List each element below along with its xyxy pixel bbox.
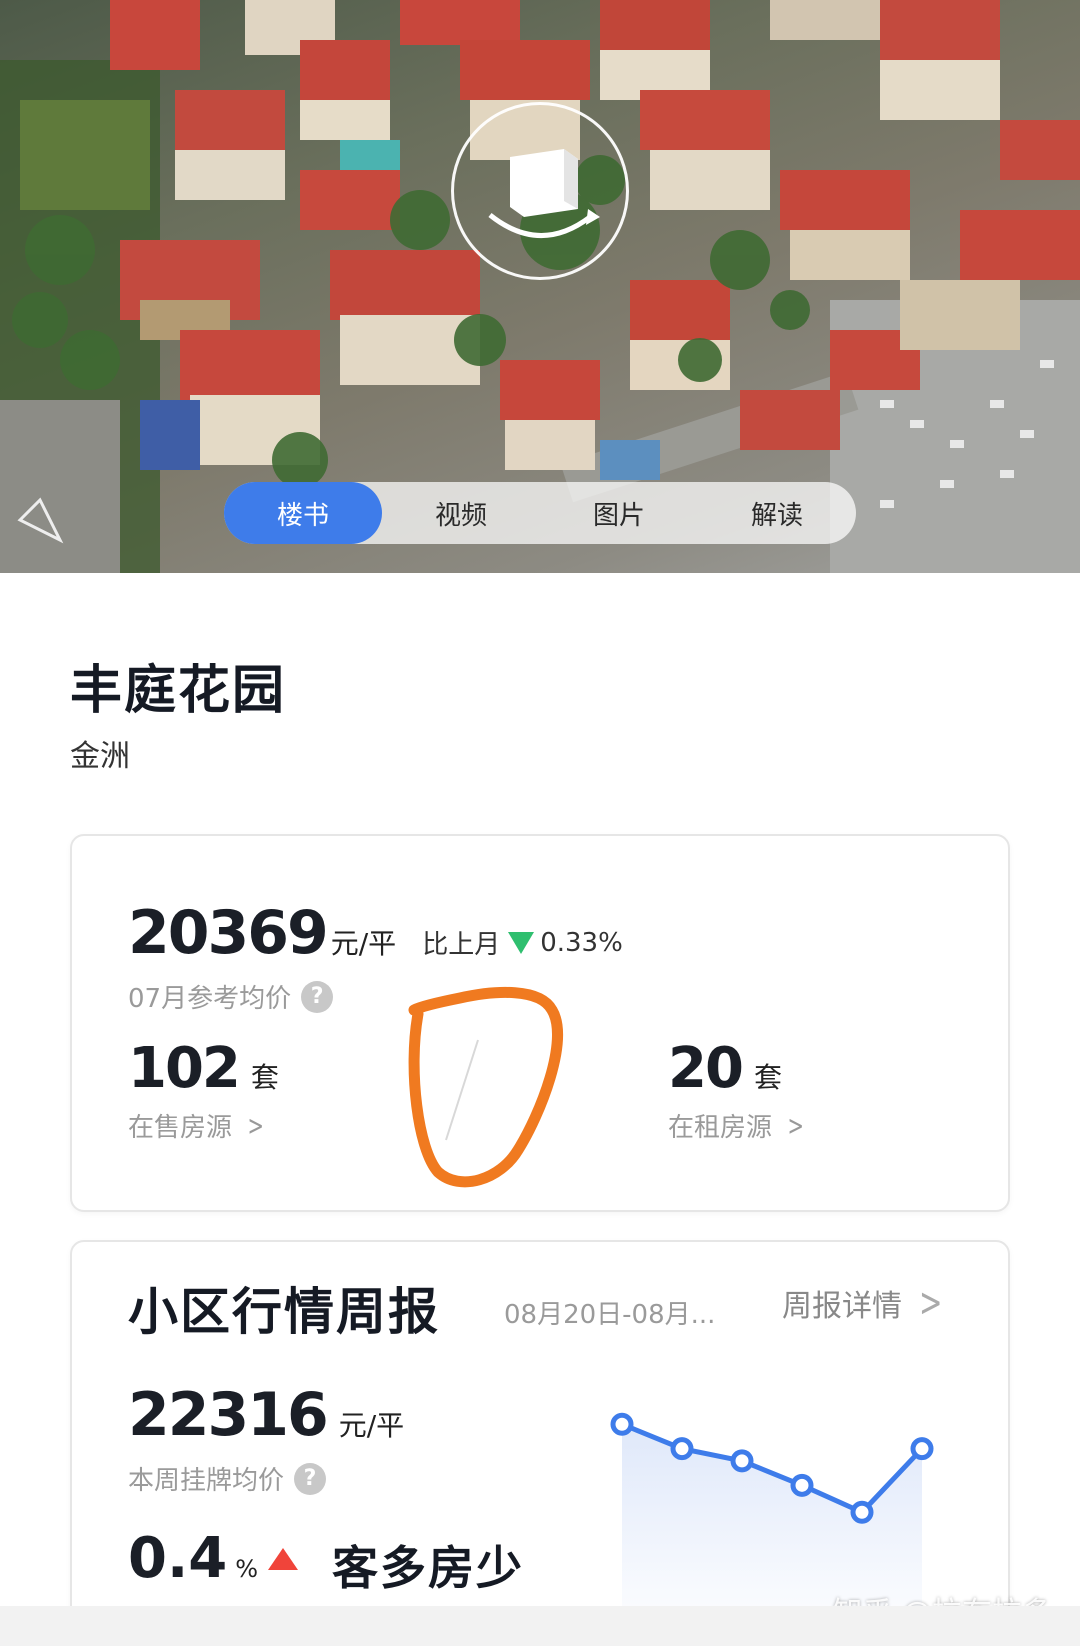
sparkline-point — [910, 1437, 934, 1461]
tab-photos[interactable]: 图片 — [540, 482, 698, 544]
tab-analysis[interactable]: 解读 — [698, 482, 856, 544]
community-name: 丰庭花园 — [70, 661, 287, 721]
sparkline-point — [730, 1449, 754, 1473]
cube-rotate-icon — [488, 149, 600, 238]
tab-video[interactable]: 视频 — [382, 482, 540, 544]
month-change: 比上月 0.33% — [422, 924, 623, 961]
hero-aerial-image: 楼书 视频 图片 解读 — [0, 0, 1080, 573]
up-arrow-icon — [268, 1547, 299, 1570]
for-sale-unit: 套 — [250, 1061, 279, 1094]
listing-label: 本周挂牌均价 — [128, 1466, 285, 1496]
for-rent-stat[interactable]: 20 套 在租房源 > — [668, 1036, 807, 1144]
for-rent-label: 在租房源 — [668, 1113, 773, 1143]
listing-price: 22316 — [128, 1380, 329, 1450]
chevron-right-icon: > — [919, 1280, 943, 1326]
hand-drawn-circle-annotation — [408, 987, 563, 1188]
market-status: 客多房少 — [332, 1541, 524, 1595]
chevron-right-icon: > — [247, 1109, 264, 1142]
listing-price-row: 22316 元/平 — [128, 1380, 404, 1450]
weekly-date-range: 08月20日-08月... — [504, 1300, 716, 1330]
reference-price: 20369 — [128, 898, 329, 968]
for-sale-label: 在售房源 — [128, 1113, 233, 1143]
sparkline-point — [790, 1473, 814, 1497]
reference-price-label-row: 07月参考均价 ? — [128, 978, 334, 1015]
listing-label-row: 本周挂牌均价 ? — [128, 1460, 327, 1497]
down-arrow-icon — [508, 931, 535, 954]
ratio-row: 0.4 % — [128, 1526, 299, 1591]
for-rent-count: 20 — [668, 1036, 744, 1101]
ratio-unit: % — [235, 1555, 259, 1583]
weekly-report-title: 小区行情周报 — [128, 1283, 440, 1341]
weekly-detail-link[interactable]: 周报详情 > — [782, 1280, 948, 1326]
for-sale-count: 102 — [128, 1036, 241, 1101]
change-percent: 0.33% — [540, 927, 623, 958]
sparkline-point — [850, 1500, 874, 1524]
ratio-value: 0.4 — [128, 1526, 228, 1591]
for-rent-unit: 套 — [753, 1061, 782, 1094]
sparkline-point — [670, 1437, 694, 1461]
weekly-report-card: 小区行情周报 08月20日-08月... 周报详情 > 22316 元/平 本周… — [70, 1240, 1010, 1646]
listing-unit: 元/平 — [338, 1409, 405, 1442]
reference-price-row: 20369 元/平 比上月 0.33% — [128, 898, 623, 968]
help-icon[interactable]: ? — [301, 980, 334, 1013]
vr-3d-view-button[interactable] — [451, 102, 629, 280]
sparkline-point — [610, 1412, 634, 1436]
community-district: 金洲 — [70, 739, 130, 774]
bottom-strip — [0, 1606, 1080, 1646]
compare-label: 比上月 — [422, 930, 501, 960]
media-tab-bar: 楼书 视频 图片 解读 — [224, 482, 856, 544]
reference-price-label: 07月参考均价 — [128, 984, 292, 1014]
for-sale-stat[interactable]: 102 套 在售房源 > — [128, 1036, 279, 1144]
weekly-detail-label: 周报详情 — [782, 1289, 902, 1324]
help-icon[interactable]: ? — [294, 1462, 327, 1495]
chevron-right-icon: > — [787, 1109, 804, 1142]
tab-brochure[interactable]: 楼书 — [224, 482, 382, 544]
price-unit: 元/平 — [330, 927, 397, 960]
